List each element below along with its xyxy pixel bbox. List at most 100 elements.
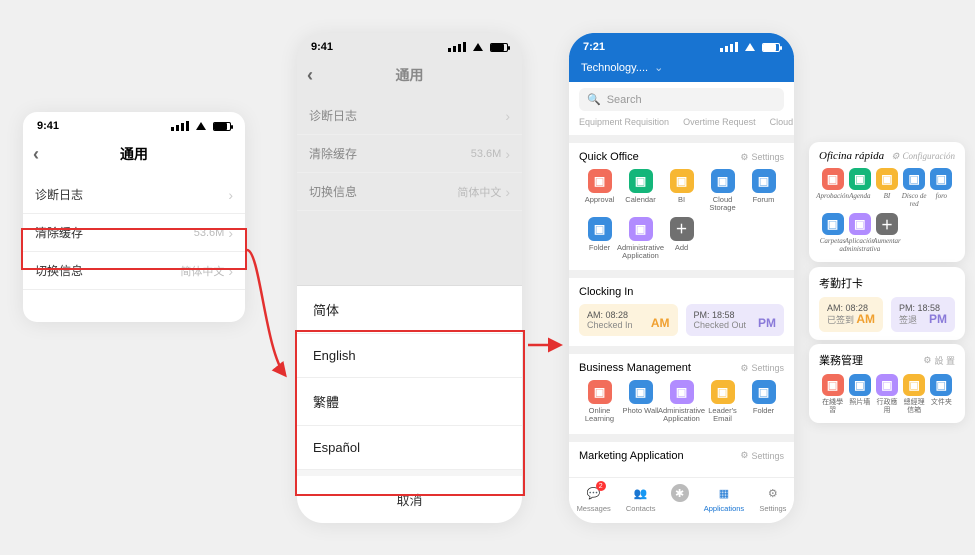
app-label: BI (884, 193, 891, 209)
clock-pm-box[interactable]: PM: 18:58 Checked Out PM (686, 304, 785, 336)
app-item[interactable]: ▣BI (661, 169, 702, 213)
row-tail: 简体中文› (180, 263, 233, 279)
settings-row[interactable]: 清除缓存 53.6M› (23, 214, 245, 252)
business-mgmt-card: Business Management ⚙Settings ▣Online Le… (569, 346, 794, 434)
app-item[interactable]: ▣foro (928, 168, 955, 209)
nav-applications[interactable]: ▦Applications (704, 484, 744, 513)
clock-am-box[interactable]: AM: 08:28 Checked In AM (579, 304, 678, 336)
app-item[interactable]: ▣ BI (873, 168, 900, 209)
settings-icon: ⚙ (923, 355, 931, 366)
app-item[interactable]: ▣Administrative Application (620, 217, 661, 261)
card-settings-button[interactable]: ⚙Settings (740, 450, 784, 461)
category-tab[interactable]: Equipment Requisition (579, 117, 669, 127)
card-settings-button[interactable]: ⚙Settings (740, 363, 784, 374)
app-icon: ▣ (822, 213, 844, 235)
app-label: 行政應用 (873, 399, 900, 415)
row-value: 53.6M (194, 227, 225, 239)
clock-pm-box[interactable]: PM: 18:58 签退 PM (891, 297, 955, 332)
app-icon: ▣ (588, 380, 612, 404)
signal-icon (171, 121, 189, 131)
app-label: Leader's Email (702, 407, 743, 424)
status-time: 9:41 (311, 41, 333, 53)
app-icon: ＋ (670, 217, 694, 241)
app-item[interactable]: ▣Folder (743, 380, 784, 424)
app-item[interactable]: ▣Cloud Storage (702, 169, 743, 213)
app-item[interactable]: ▣Forum (743, 169, 784, 213)
language-option[interactable]: 繁體 (297, 378, 522, 426)
language-option[interactable]: 简体 (297, 286, 522, 334)
app-label: 照片墻 (849, 399, 870, 415)
app-icon: ▣ (822, 374, 844, 396)
nav-messages[interactable]: 💬2Messages (577, 484, 611, 513)
app-item[interactable]: ▣Disco de red (901, 168, 928, 209)
back-button[interactable]: ‹ (33, 144, 39, 165)
nav-label: Contacts (626, 504, 656, 513)
row-tail: › (224, 187, 233, 203)
row-key: 清除缓存 (35, 224, 83, 241)
nav-center[interactable]: ✱ (671, 484, 689, 513)
cancel-button[interactable]: 取消 (297, 470, 522, 523)
category-tab[interactable]: Cloud Sto (770, 117, 794, 127)
nav-contacts[interactable]: 👥 Contacts (626, 484, 656, 513)
language-option[interactable]: English (297, 334, 522, 378)
settings-row[interactable]: 切换信息简体中文› (297, 173, 522, 211)
app-icon: ▣ (752, 169, 776, 193)
settings-row[interactable]: 诊断日志› (23, 176, 245, 214)
app-item[interactable]: ▣Aprobación (819, 168, 846, 209)
nav-settings[interactable]: ⚙Settings (759, 484, 786, 513)
app-item[interactable]: ▣Online Learning (579, 380, 620, 424)
app-item[interactable]: ▣文件夹 (928, 374, 955, 415)
contacts-icon: 👥 (632, 484, 650, 502)
settings-row[interactable]: 诊断日志› (297, 97, 522, 135)
app-item[interactable]: ▣Administrative Application (661, 380, 702, 424)
card-settings-button[interactable]: ⚙Settings (740, 152, 784, 163)
nav-label: Applications (704, 504, 744, 513)
app-label: Approval (585, 196, 615, 212)
card-settings-button[interactable]: ⚙設 置 (923, 354, 955, 367)
status-time: 7:21 (583, 41, 605, 53)
category-tab[interactable]: Overtime Request (683, 117, 756, 127)
app-item[interactable]: ▣ 行政應用 (873, 374, 900, 415)
settings-row[interactable]: 清除缓存53.6M› (297, 135, 522, 173)
chevron-right-icon: › (228, 187, 233, 203)
app-icon: ▣ (876, 168, 898, 190)
app-item[interactable]: ▣Approval (579, 169, 620, 213)
wifi-icon (196, 122, 206, 130)
app-item[interactable]: ▣Calendar (620, 169, 661, 213)
app-item[interactable]: ▣Folder (579, 217, 620, 261)
org-selector[interactable]: Technology.... ⌄ (569, 57, 794, 80)
app-item[interactable]: ▣在綫學習 (819, 374, 846, 415)
app-item[interactable]: ▣照片墻 (846, 374, 873, 415)
clock-am-box[interactable]: AM: 08:28 已签到 AM (819, 297, 883, 332)
app-item[interactable]: ▣Agenda (846, 168, 873, 209)
search-input[interactable]: 🔍 Search (579, 88, 784, 111)
nav-label (679, 504, 681, 513)
page-title: 通用 (120, 144, 148, 164)
app-item[interactable]: ＋Add (661, 217, 702, 261)
app-item[interactable]: ▣Photo Wall (620, 380, 661, 424)
app-icon: ▣ (876, 374, 898, 396)
app-header: 7:21 Technology.... ⌄ (569, 33, 794, 82)
chevron-right-icon: › (228, 225, 233, 241)
app-item[interactable]: ▣Leader's Email (702, 380, 743, 424)
row-tail: 53.6M› (471, 146, 510, 162)
status-indicators (448, 42, 508, 52)
battery-icon (490, 43, 508, 52)
app-label: Administrative Application (658, 407, 705, 424)
app-item[interactable]: ▣Aplicación administrativa (846, 213, 873, 254)
chevron-down-icon: ⌄ (654, 61, 663, 74)
float-business-tw: 業務管理 ⚙設 置 ▣在綫學習▣照片墻▣行政應用▣總經理信箱▣文件夹 (809, 344, 965, 423)
app-item[interactable]: ＋Aumentar (873, 213, 900, 254)
settings-label: 設 置 (934, 354, 955, 367)
language-option[interactable]: Español (297, 426, 522, 470)
clocking-card: Clocking In AM: 08:28 Checked In AM PM: … (569, 270, 794, 346)
settings-row[interactable]: 切换信息简体中文› (23, 252, 245, 290)
settings-label: Configuración (902, 151, 955, 161)
search-icon: 🔍 (587, 93, 601, 106)
pm-label: PM (929, 312, 947, 326)
card-settings-button[interactable]: ⚙Configuración (891, 151, 955, 162)
float-clocking-zh: 考勤打卡 AM: 08:28 已签到 AM PM: 18:58 签退 PM (809, 267, 965, 340)
app-item[interactable]: ▣總經理信箱 (901, 374, 928, 415)
phone-applications: 7:21 Technology.... ⌄ 🔍 Search Equipment… (569, 33, 794, 523)
back-button[interactable]: ‹ (307, 65, 313, 86)
